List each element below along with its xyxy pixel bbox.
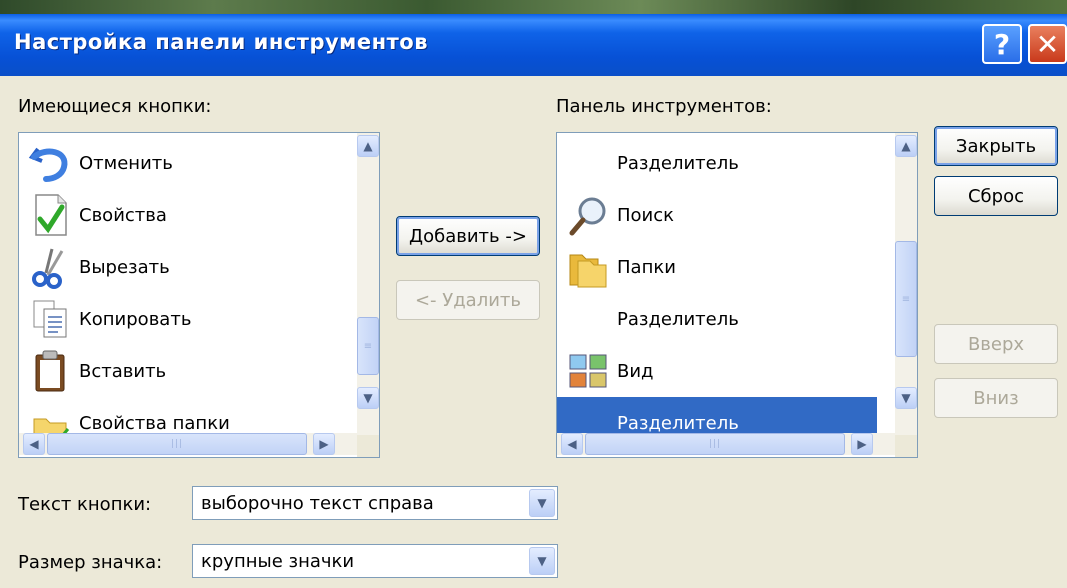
help-button[interactable]: ? — [982, 24, 1022, 64]
help-icon: ? — [993, 27, 1011, 61]
move-up-button[interactable]: Вверх — [934, 324, 1058, 364]
list-item-label: Папки — [617, 256, 676, 278]
close-button[interactable]: Закрыть — [934, 126, 1058, 166]
close-icon: ✕ — [1035, 27, 1060, 61]
scroll-up-arrow-icon[interactable]: ▲ — [357, 135, 379, 157]
icon-size-select[interactable]: крупные значки ▼ — [192, 544, 558, 578]
remove-button[interactable]: <- Удалить — [396, 280, 540, 320]
chevron-down-icon[interactable]: ▼ — [529, 489, 555, 517]
button-text-label: Текст кнопки: — [18, 494, 152, 515]
list-item-label: Вставить — [79, 360, 167, 382]
undo-icon — [27, 140, 73, 186]
scroll-corner — [357, 435, 379, 457]
list-item-label: Поиск — [617, 204, 675, 226]
list-item-label: Свойства папки — [79, 412, 230, 434]
scroll-down-arrow-icon[interactable]: ▼ — [357, 387, 379, 409]
window-title: Настройка панели инструментов — [14, 30, 428, 54]
view-icon — [565, 348, 611, 394]
available-vertical-scrollbar[interactable]: ▲ ≡ ▼ — [357, 133, 379, 435]
toolbar-vertical-scrollbar[interactable]: ▲ ≡ ▼ — [895, 133, 917, 435]
scroll-up-arrow-icon[interactable]: ▲ — [895, 135, 917, 157]
cut-icon — [27, 244, 73, 290]
button-text-select[interactable]: выборочно текст справа ▼ — [192, 486, 558, 520]
list-item[interactable]: Копировать — [19, 293, 339, 345]
scroll-thumb[interactable]: ≡ — [357, 317, 379, 375]
list-item[interactable]: Папки — [557, 241, 877, 293]
list-item-label: Разделитель — [617, 412, 739, 434]
chevron-down-icon[interactable]: ▼ — [529, 547, 555, 575]
button-text-value: выборочно текст справа — [201, 493, 434, 514]
scroll-thumb[interactable]: ||| — [585, 433, 845, 455]
available-buttons-list[interactable]: Отменить Свойства Вырезать Копировать Вс… — [18, 132, 380, 458]
toolbar-buttons-label: Панель инструментов: — [556, 96, 772, 117]
scroll-thumb[interactable]: ≡ — [895, 241, 917, 357]
icon-size-label: Размер значка: — [18, 552, 163, 573]
scroll-thumb[interactable]: ||| — [47, 433, 307, 455]
list-item[interactable]: Поиск — [557, 189, 877, 241]
list-item[interactable]: Разделитель — [557, 137, 877, 189]
list-item[interactable]: Вставить — [19, 345, 339, 397]
scroll-corner — [895, 435, 917, 457]
list-item[interactable]: Разделитель — [557, 293, 877, 345]
list-item[interactable]: Вид — [557, 345, 877, 397]
reset-button[interactable]: Сброс — [934, 176, 1058, 216]
close-window-button[interactable]: ✕ — [1028, 24, 1067, 64]
list-item-label: Копировать — [79, 308, 192, 330]
move-down-button[interactable]: Вниз — [934, 378, 1058, 418]
add-button[interactable]: Добавить -> — [396, 216, 540, 256]
scroll-right-arrow-icon[interactable]: ▶ — [851, 433, 873, 455]
available-horizontal-scrollbar[interactable]: ◀ ||| ▶ — [19, 433, 357, 455]
scroll-left-arrow-icon[interactable]: ◀ — [561, 433, 583, 455]
toolbar-horizontal-scrollbar[interactable]: ◀ ||| ▶ — [557, 433, 895, 455]
paste-icon — [27, 348, 73, 394]
search-icon — [565, 192, 611, 238]
list-item-label: Вырезать — [79, 256, 170, 278]
list-item-label: Разделитель — [617, 152, 739, 174]
list-item-label: Отменить — [79, 152, 173, 174]
toolbar-buttons-list[interactable]: Разделитель Поиск Папки Разделитель Вид … — [556, 132, 918, 458]
copy-icon — [27, 296, 73, 342]
scroll-left-arrow-icon[interactable]: ◀ — [23, 433, 45, 455]
scroll-down-arrow-icon[interactable]: ▼ — [895, 387, 917, 409]
available-buttons-label: Имеющиеся кнопки: — [18, 96, 212, 117]
list-item-label: Свойства — [79, 204, 167, 226]
scroll-right-arrow-icon[interactable]: ▶ — [313, 433, 335, 455]
desktop-background-strip — [0, 0, 1067, 14]
list-item[interactable]: Свойства — [19, 189, 339, 241]
list-item[interactable]: Вырезать — [19, 241, 339, 293]
icon-size-value: крупные значки — [201, 551, 355, 572]
list-item[interactable]: Отменить — [19, 137, 339, 189]
list-item-label: Разделитель — [617, 308, 739, 330]
list-item-label: Вид — [617, 360, 654, 382]
properties-icon — [27, 192, 73, 238]
folders-icon — [565, 244, 611, 290]
